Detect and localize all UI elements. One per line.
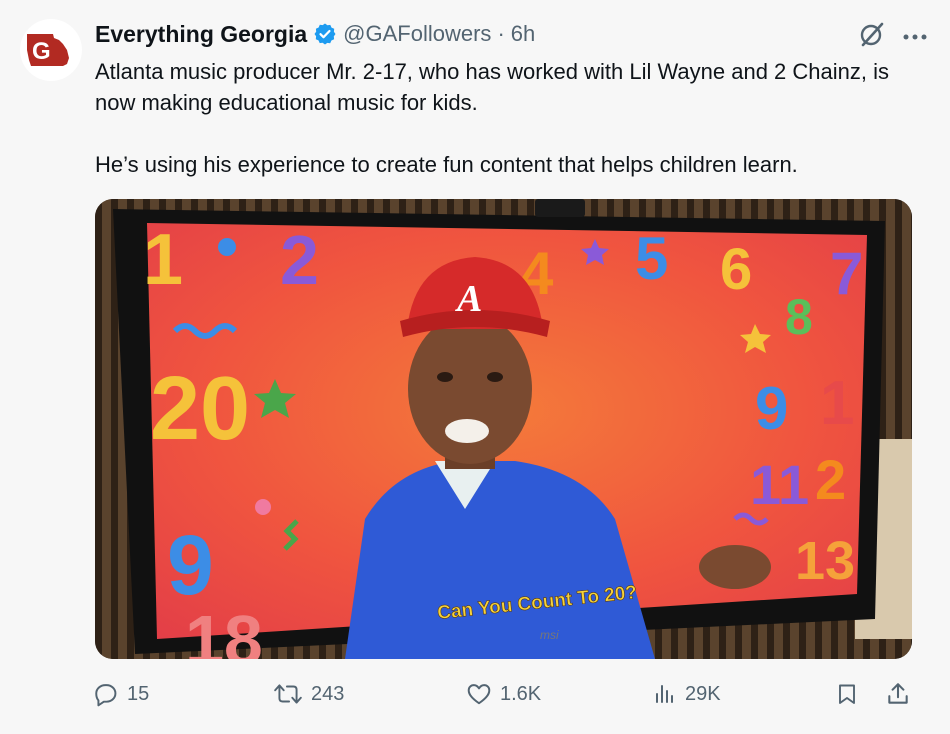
- svg-text:6: 6: [720, 237, 752, 302]
- svg-text:2: 2: [280, 221, 319, 299]
- tweet-paragraph: Atlanta music producer Mr. 2-17, who has…: [95, 59, 889, 115]
- timestamp[interactable]: 6h: [511, 21, 535, 47]
- grok-icon[interactable]: [858, 20, 886, 53]
- tweet[interactable]: G Everything Georgia @GAFollowers · 6h A…: [0, 0, 950, 734]
- separator-dot: ·: [497, 21, 505, 46]
- svg-text:9: 9: [755, 375, 788, 442]
- share-button[interactable]: [885, 676, 911, 712]
- svg-text:1: 1: [143, 220, 183, 300]
- tweet-paragraph: He’s using his experience to create fun …: [95, 152, 798, 177]
- svg-text:1: 1: [820, 369, 854, 438]
- repost-icon: [273, 681, 303, 707]
- avatar[interactable]: G: [20, 19, 82, 81]
- reply-button[interactable]: 15: [93, 676, 149, 712]
- like-button[interactable]: 1.6K: [466, 676, 541, 712]
- repost-count: 243: [311, 682, 345, 705]
- reply-count: 15: [127, 682, 150, 705]
- handle[interactable]: @GAFollowers: [343, 21, 491, 47]
- svg-text:8: 8: [785, 289, 813, 345]
- share-icon: [885, 681, 911, 707]
- georgia-logo-icon: G: [27, 34, 69, 66]
- repost-button[interactable]: 243: [273, 676, 344, 712]
- svg-text:18: 18: [185, 601, 263, 659]
- display-name[interactable]: Everything Georgia: [95, 21, 307, 48]
- more-options-icon[interactable]: [902, 28, 928, 46]
- header-actions: [858, 20, 928, 53]
- svg-text:5: 5: [635, 225, 668, 292]
- bookmark-button[interactable]: [835, 676, 859, 712]
- verified-badge-icon[interactable]: [313, 22, 337, 46]
- avatar-letter: G: [32, 38, 51, 65]
- cap-logo: A: [455, 278, 482, 320]
- monitor-brand: msi: [540, 628, 559, 642]
- action-bar: 15 243 1.6K 29K: [93, 676, 915, 712]
- svg-text:9: 9: [167, 518, 214, 612]
- svg-text:7: 7: [830, 240, 863, 307]
- bookmark-icon: [835, 681, 859, 707]
- svg-text:20: 20: [150, 359, 250, 459]
- reply-icon: [93, 681, 119, 707]
- svg-text:11: 11: [750, 453, 809, 516]
- view-count: 29K: [685, 682, 721, 705]
- views-button[interactable]: 29K: [653, 676, 721, 712]
- tweet-text: Atlanta music producer Mr. 2-17, who has…: [95, 56, 915, 180]
- tweet-media-image[interactable]: 1 2 4 5 6 7 8 9 1 11 2 13 20 9 18 A Can …: [95, 199, 912, 659]
- like-count: 1.6K: [500, 682, 542, 705]
- svg-text:13: 13: [795, 531, 855, 591]
- svg-text:2: 2: [815, 448, 846, 511]
- tweet-header: Everything Georgia @GAFollowers · 6h: [95, 18, 535, 50]
- analytics-icon: [653, 681, 677, 707]
- heart-icon: [466, 681, 492, 707]
